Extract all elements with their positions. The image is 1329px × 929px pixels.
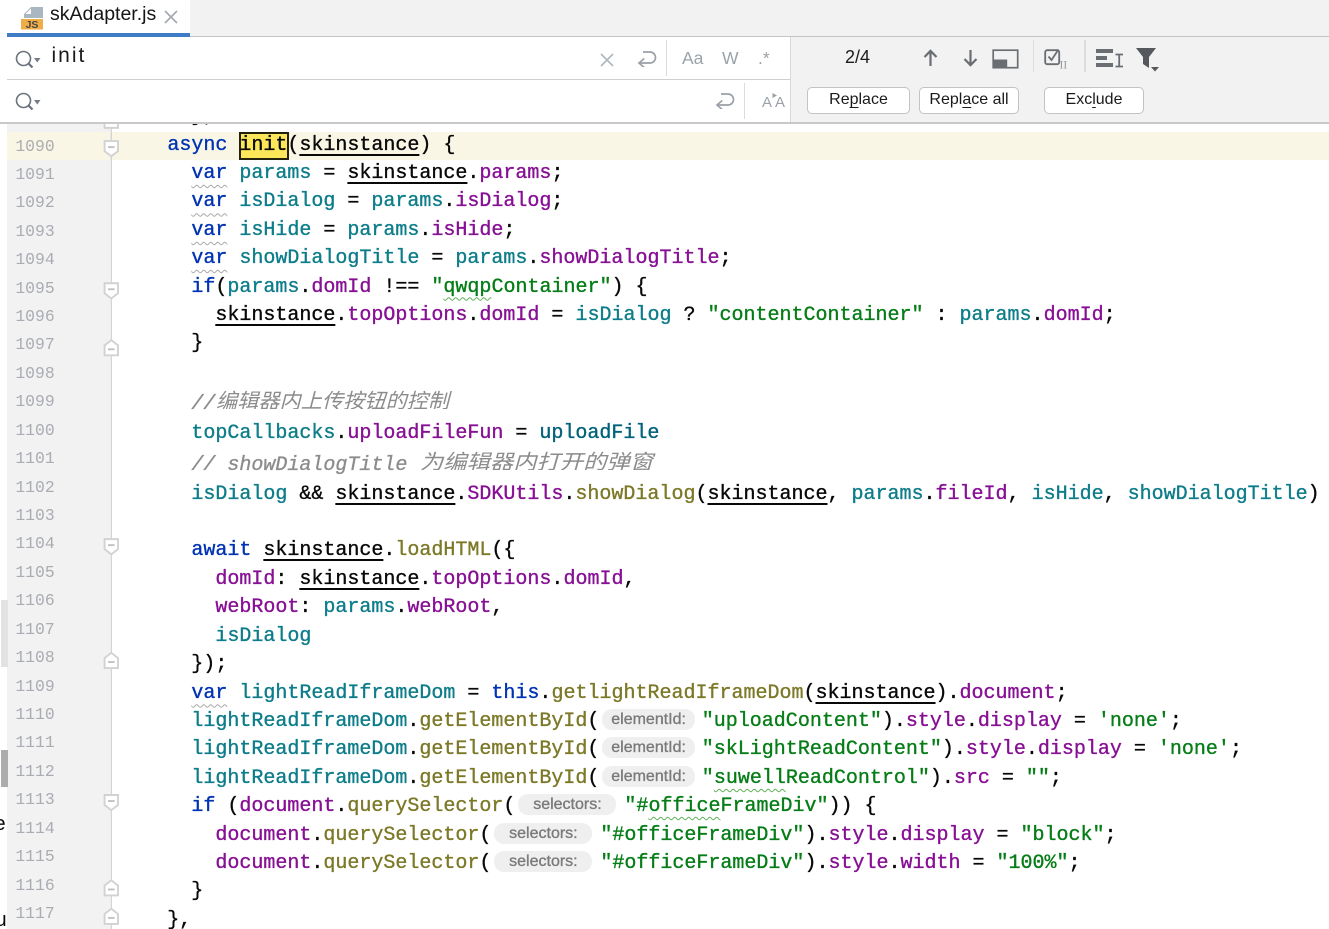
svg-text:A: A (762, 94, 772, 111)
svg-text:II: II (1060, 60, 1068, 70)
svg-text:A: A (775, 94, 785, 111)
svg-text:编辑器内上传按钮的控制: 编辑器内上传按钮的控制 (216, 390, 452, 409)
svg-text:JS: JS (26, 19, 39, 31)
svg-text:为编辑器内打开的弹窗: 为编辑器内打开的弹窗 (420, 451, 656, 470)
